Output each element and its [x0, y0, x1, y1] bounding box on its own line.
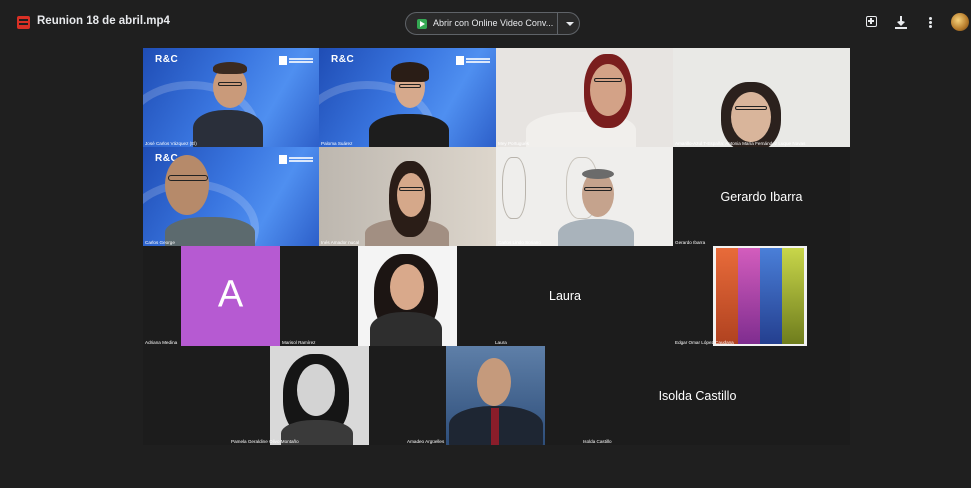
- participant-display-name: Gerardo Ibarra: [720, 189, 803, 204]
- participant-name: Mey Portugués: [498, 141, 529, 146]
- participant-display-name: Laura: [549, 289, 581, 303]
- participant-tile: Carlos Lindo Soriano: [496, 147, 673, 246]
- participant-tile: R&C Carlos George: [143, 147, 319, 246]
- logo: R&C: [155, 54, 179, 65]
- participant-name: Amarillo-Azul T-España: Antonia María Fe…: [675, 141, 806, 146]
- logo: R&C: [331, 54, 355, 65]
- participant-tile: R&C Paloma Suárez: [319, 48, 496, 147]
- participant-tile: Gerardo Ibarra Gerardo Ibarra: [673, 147, 850, 246]
- participant-name: Carlos George: [145, 240, 175, 245]
- file-video-icon: [17, 16, 30, 29]
- more-vert-icon[interactable]: [922, 14, 938, 30]
- download-icon[interactable]: [893, 14, 909, 30]
- avatar: A: [181, 246, 280, 346]
- participant-name: Gerardo Ibarra: [675, 240, 706, 245]
- video-player[interactable]: R&C José Carlos Vázquez (El) R&C Paloma …: [143, 48, 850, 445]
- open-with-label: Abrir con Online Video Conv...: [433, 18, 554, 28]
- open-with-button[interactable]: Abrir con Online Video Conv...: [405, 12, 580, 35]
- participant-name: Paloma Suárez: [321, 141, 353, 146]
- divider: [557, 13, 558, 34]
- add-to-drive-icon[interactable]: [864, 14, 880, 30]
- participant-name: Pamela Geraldine Olivo Montaño: [231, 439, 299, 444]
- avatar-initial: A: [217, 273, 244, 316]
- participant-tile: Amadeo Argüelles: [369, 346, 545, 445]
- chevron-down-icon[interactable]: [566, 22, 574, 26]
- top-bar: Reunion 18 de abril.mp4 Abrir con Online…: [0, 0, 971, 46]
- participant-name: Edgar Omar López Caudana: [675, 340, 734, 345]
- file-title: Reunion 18 de abril.mp4: [37, 15, 170, 27]
- participant-tile: Mey Portugués: [496, 48, 673, 147]
- participant-tile: R&C José Carlos Vázquez (El): [143, 48, 319, 147]
- participant-name: José Carlos Vázquez (El): [145, 141, 197, 146]
- participant-name: Isolda Castillo: [583, 439, 612, 444]
- participant-tile: Laura Laura: [457, 246, 673, 346]
- participant-tile: Marisol Ramírez: [280, 246, 457, 346]
- logo: [456, 56, 490, 65]
- logo: [279, 56, 313, 65]
- participant-tile: Pamela Geraldine Olivo Montaño: [143, 346, 369, 445]
- participant-name: Laura: [495, 340, 507, 345]
- participant-tile: Inés Amador nucal: [319, 147, 496, 246]
- participant-name: Inés Amador nucal: [321, 240, 360, 245]
- participant-name: Carlos Lindo Soriano: [498, 240, 541, 245]
- participant-tile: Edgar Omar López Caudana: [673, 246, 850, 346]
- logo: [279, 155, 313, 164]
- bottom-bar: [0, 455, 971, 488]
- participant-tile: Amarillo-Azul T-España: Antonia María Fe…: [673, 48, 850, 147]
- participant-name: Amadeo Argüelles: [407, 439, 445, 444]
- participant-name: Marisol Ramírez: [282, 340, 316, 345]
- participant-name: Adriana Medina: [145, 340, 178, 345]
- app-icon: [417, 19, 427, 29]
- avatar[interactable]: [951, 13, 969, 31]
- participant-tile: Isolda Castillo Isolda Castillo: [545, 346, 850, 445]
- participant-display-name: Isolda Castillo: [658, 388, 737, 403]
